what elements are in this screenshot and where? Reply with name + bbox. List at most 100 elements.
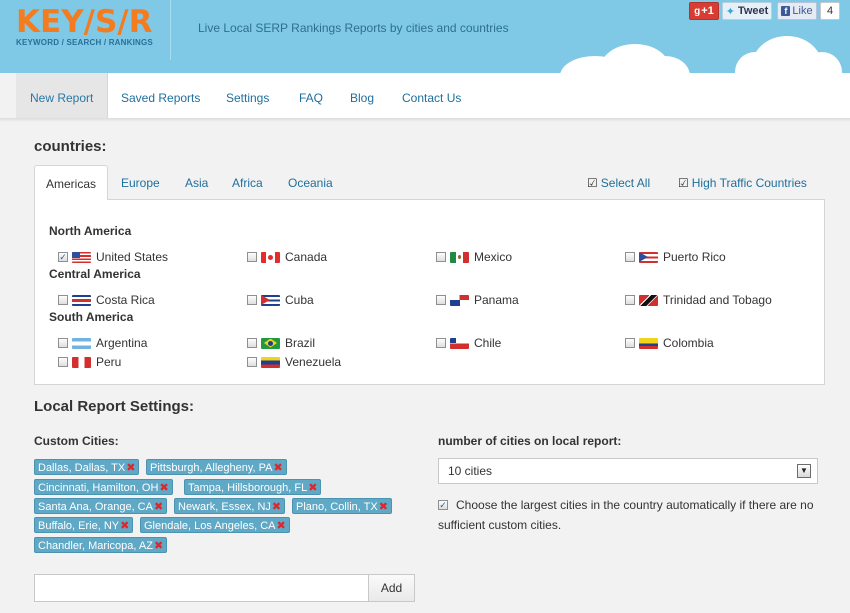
country-label: United States [96, 250, 169, 264]
country-trinidad-and-tobago[interactable]: Trinidad and Tobago [625, 293, 772, 307]
country-chile[interactable]: Chile [436, 336, 501, 350]
checkbox[interactable] [436, 295, 446, 305]
country-costa-rica[interactable]: Costa Rica [58, 293, 155, 307]
brazil-flag-icon [261, 337, 280, 349]
country-label: Chile [474, 336, 502, 350]
country-label: Venezuela [285, 355, 342, 369]
country-label: Cuba [285, 293, 314, 307]
nav-item-settings[interactable]: Settings [226, 73, 269, 118]
us-flag-icon [72, 251, 91, 263]
checkbox[interactable]: ✓ [58, 252, 68, 262]
city-tag-label: Chandler, Maricopa, AZ [38, 540, 153, 552]
checkbox[interactable] [625, 295, 635, 305]
checkbox[interactable] [247, 338, 257, 348]
select-all-link[interactable]: ☑ Select All [587, 176, 650, 190]
nav-item-faq[interactable]: FAQ [299, 73, 323, 118]
tweet-label: Tweet [737, 5, 769, 17]
checkbox[interactable] [625, 252, 635, 262]
chevron-down-icon[interactable]: ▼ [797, 464, 811, 478]
country-peru[interactable]: Peru [58, 355, 121, 369]
city-tag: Tampa, Hillsborough, FL✖ [184, 479, 322, 495]
local-report-settings-title: Local Report Settings: [34, 398, 195, 415]
site-tagline: Live Local SERP Rankings Reports by citi… [198, 21, 509, 35]
city-tag: Dallas, Dallas, TX✖ [34, 459, 140, 475]
city-input[interactable] [34, 574, 368, 602]
country-label: Argentina [96, 336, 148, 350]
site-logo[interactable]: KEY/S/R KEYWORD / SEARCH / RANKINGS [16, 4, 153, 47]
checkbox[interactable] [247, 295, 257, 305]
google-plus-button[interactable]: g +1 [689, 2, 719, 20]
trinidad-and-tobago-flag-icon [639, 294, 658, 306]
peru-flag-icon [72, 356, 91, 368]
city-tag: Glendale, Los Angeles, CA✖ [140, 517, 290, 533]
country-label: Puerto Rico [663, 250, 726, 264]
nav-item-blog[interactable]: Blog [350, 73, 374, 118]
checkbox[interactable] [247, 252, 257, 262]
country-puerto-rico[interactable]: Puerto Rico [625, 250, 726, 264]
city-tag: Cincinnati, Hamilton, OH✖ [34, 479, 173, 495]
num-cities-select[interactable]: 10 cities ▼ [438, 458, 818, 484]
checkbox[interactable] [58, 338, 68, 348]
city-tag-label: Pittsburgh, Allegheny, PA [150, 462, 273, 474]
checkbox[interactable] [436, 252, 446, 262]
city-tag: Buffalo, Erie, NY✖ [34, 517, 134, 533]
panama-flag-icon [450, 294, 469, 306]
nav-item-new-report[interactable]: New Report [16, 73, 109, 118]
high-traffic-countries-link[interactable]: ☑ High Traffic Countries [678, 176, 807, 190]
close-icon[interactable]: ✖ [379, 501, 388, 513]
main-nav: New Report Saved Reports Settings FAQ Bl… [16, 73, 850, 118]
close-icon[interactable]: ✖ [272, 501, 281, 513]
facebook-icon: f [781, 6, 791, 16]
country-united-states[interactable]: ✓ United States [58, 250, 168, 264]
checkbox[interactable] [58, 357, 68, 367]
close-icon[interactable]: ✖ [154, 501, 163, 513]
close-icon[interactable]: ✖ [308, 482, 317, 494]
auto-largest-cities-option[interactable]: ✓ Choose the largest cities in the countr… [438, 495, 822, 535]
country-panama[interactable]: Panama [436, 293, 519, 307]
header-divider [170, 0, 171, 60]
twitter-bird-icon: ✦ [725, 5, 735, 18]
tab-europe[interactable]: Europe [121, 165, 160, 200]
country-canada[interactable]: Canada [247, 250, 327, 264]
country-colombia[interactable]: Colombia [625, 336, 714, 350]
checkbox[interactable] [436, 338, 446, 348]
close-icon[interactable]: ✖ [120, 520, 129, 532]
num-cities-label: number of cities on local report: [438, 434, 622, 448]
checkbox[interactable] [625, 338, 635, 348]
nav-item-saved-reports[interactable]: Saved Reports [121, 73, 200, 118]
country-list-panel: North America ✓ United States Canada Mex… [34, 200, 825, 385]
country-venezuela[interactable]: Venezuela [247, 355, 341, 369]
facebook-like-label: Like [792, 5, 813, 17]
facebook-like-count: 4 [820, 2, 840, 20]
region-north-america: North America [49, 224, 132, 238]
checkbox[interactable] [58, 295, 68, 305]
close-icon[interactable]: ✖ [159, 482, 168, 494]
add-city-button[interactable]: Add [368, 574, 415, 602]
country-argentina[interactable]: Argentina [58, 336, 147, 350]
tab-oceania[interactable]: Oceania [288, 165, 333, 200]
city-tag-label: Santa Ana, Orange, CA [38, 501, 153, 513]
chile-flag-icon [450, 337, 469, 349]
close-icon[interactable]: ✖ [126, 462, 135, 474]
city-tag-label: Buffalo, Erie, NY [38, 520, 120, 532]
checkbox[interactable] [247, 357, 257, 367]
tab-africa[interactable]: Africa [232, 165, 263, 200]
site-header: KEY/S/R KEYWORD / SEARCH / RANKINGS Live… [0, 0, 850, 73]
checkbox-checked-icon: ☑ [678, 176, 689, 190]
cuba-flag-icon [261, 294, 280, 306]
close-icon[interactable]: ✖ [154, 540, 163, 552]
country-cuba[interactable]: Cuba [247, 293, 314, 307]
nav-item-contact-us[interactable]: Contact Us [402, 73, 461, 118]
checkbox[interactable]: ✓ [438, 499, 448, 510]
facebook-like-button[interactable]: f Like [777, 2, 817, 20]
puerto-rico-flag-icon [639, 251, 658, 263]
country-mexico[interactable]: Mexico [436, 250, 512, 264]
tweet-button[interactable]: ✦ Tweet [722, 2, 772, 20]
close-icon[interactable]: ✖ [276, 520, 285, 532]
country-label: Peru [96, 355, 122, 369]
tab-americas[interactable]: Americas [34, 165, 109, 201]
logo-text: KEY/S/R [16, 4, 153, 40]
tab-asia[interactable]: Asia [185, 165, 208, 200]
country-brazil[interactable]: Brazil [247, 336, 315, 350]
close-icon[interactable]: ✖ [274, 462, 283, 474]
